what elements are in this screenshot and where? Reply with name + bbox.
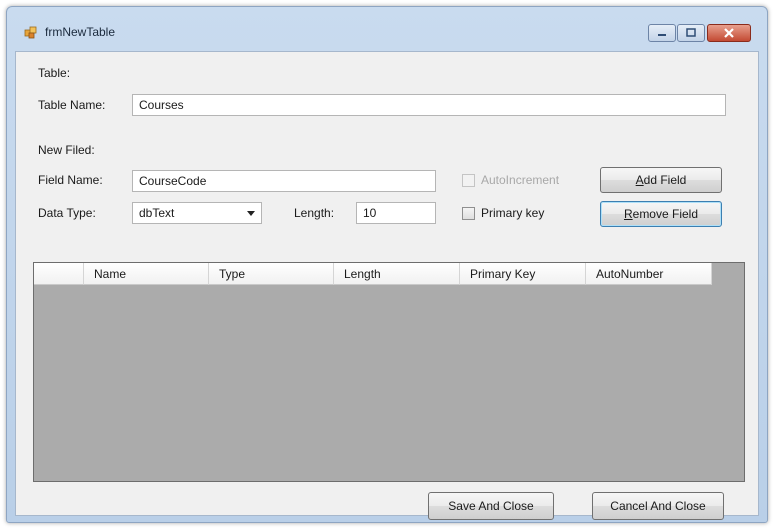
add-field-label: dd Field bbox=[643, 173, 687, 187]
remove-field-accel: R bbox=[623, 207, 633, 221]
table-name-label: Table Name: bbox=[38, 98, 106, 112]
grid-row-header-corner[interactable] bbox=[34, 263, 84, 285]
data-type-select[interactable]: dbText bbox=[132, 202, 262, 224]
column-header-type[interactable]: Type bbox=[209, 263, 334, 285]
add-field-accel: A bbox=[635, 173, 644, 187]
length-input[interactable] bbox=[356, 202, 436, 224]
app-icon bbox=[24, 26, 37, 39]
title-bar[interactable]: frmNewTable bbox=[7, 7, 767, 51]
remove-field-label: emove Field bbox=[632, 207, 699, 221]
column-header-name[interactable]: Name bbox=[84, 263, 209, 285]
maximize-icon bbox=[686, 28, 696, 37]
close-button[interactable] bbox=[707, 24, 751, 42]
primary-key-label: Primary key bbox=[481, 206, 545, 220]
main-window: frmNewTable Table: Table Name: New Filed… bbox=[6, 6, 768, 523]
field-name-label: Field Name: bbox=[38, 173, 103, 187]
fields-grid[interactable]: Name Type Length Primary Key AutoNumber bbox=[33, 262, 745, 482]
auto-increment-checkbox[interactable] bbox=[462, 174, 475, 187]
add-field-button[interactable]: Add Field bbox=[600, 167, 722, 193]
data-type-value: dbText bbox=[139, 206, 175, 220]
table-group-label: Table: bbox=[38, 66, 71, 80]
column-header-length[interactable]: Length bbox=[334, 263, 460, 285]
column-header-autonumber[interactable]: AutoNumber bbox=[586, 263, 712, 285]
cancel-and-close-button[interactable]: Cancel And Close bbox=[592, 492, 724, 520]
auto-increment-label: AutoIncrement bbox=[481, 173, 560, 187]
chevron-down-icon[interactable] bbox=[247, 211, 255, 216]
close-icon bbox=[724, 28, 734, 38]
save-and-close-button[interactable]: Save And Close bbox=[428, 492, 554, 520]
maximize-button[interactable] bbox=[677, 24, 705, 42]
field-name-input[interactable] bbox=[132, 170, 436, 192]
primary-key-checkbox[interactable] bbox=[462, 207, 475, 220]
grid-header-row: Name Type Length Primary Key AutoNumber bbox=[34, 263, 712, 285]
window-title: frmNewTable bbox=[45, 25, 116, 39]
minimize-icon bbox=[658, 34, 666, 36]
form-client-area: Table: Table Name: New Filed: Field Name… bbox=[15, 51, 759, 520]
minimize-button[interactable] bbox=[648, 24, 676, 42]
table-name-input[interactable] bbox=[132, 94, 726, 116]
length-label: Length: bbox=[294, 206, 335, 220]
data-type-label: Data Type: bbox=[38, 206, 96, 220]
remove-field-button[interactable]: Remove Field bbox=[600, 201, 722, 227]
new-field-group-label: New Filed: bbox=[38, 143, 95, 157]
column-header-primary-key[interactable]: Primary Key bbox=[460, 263, 586, 285]
